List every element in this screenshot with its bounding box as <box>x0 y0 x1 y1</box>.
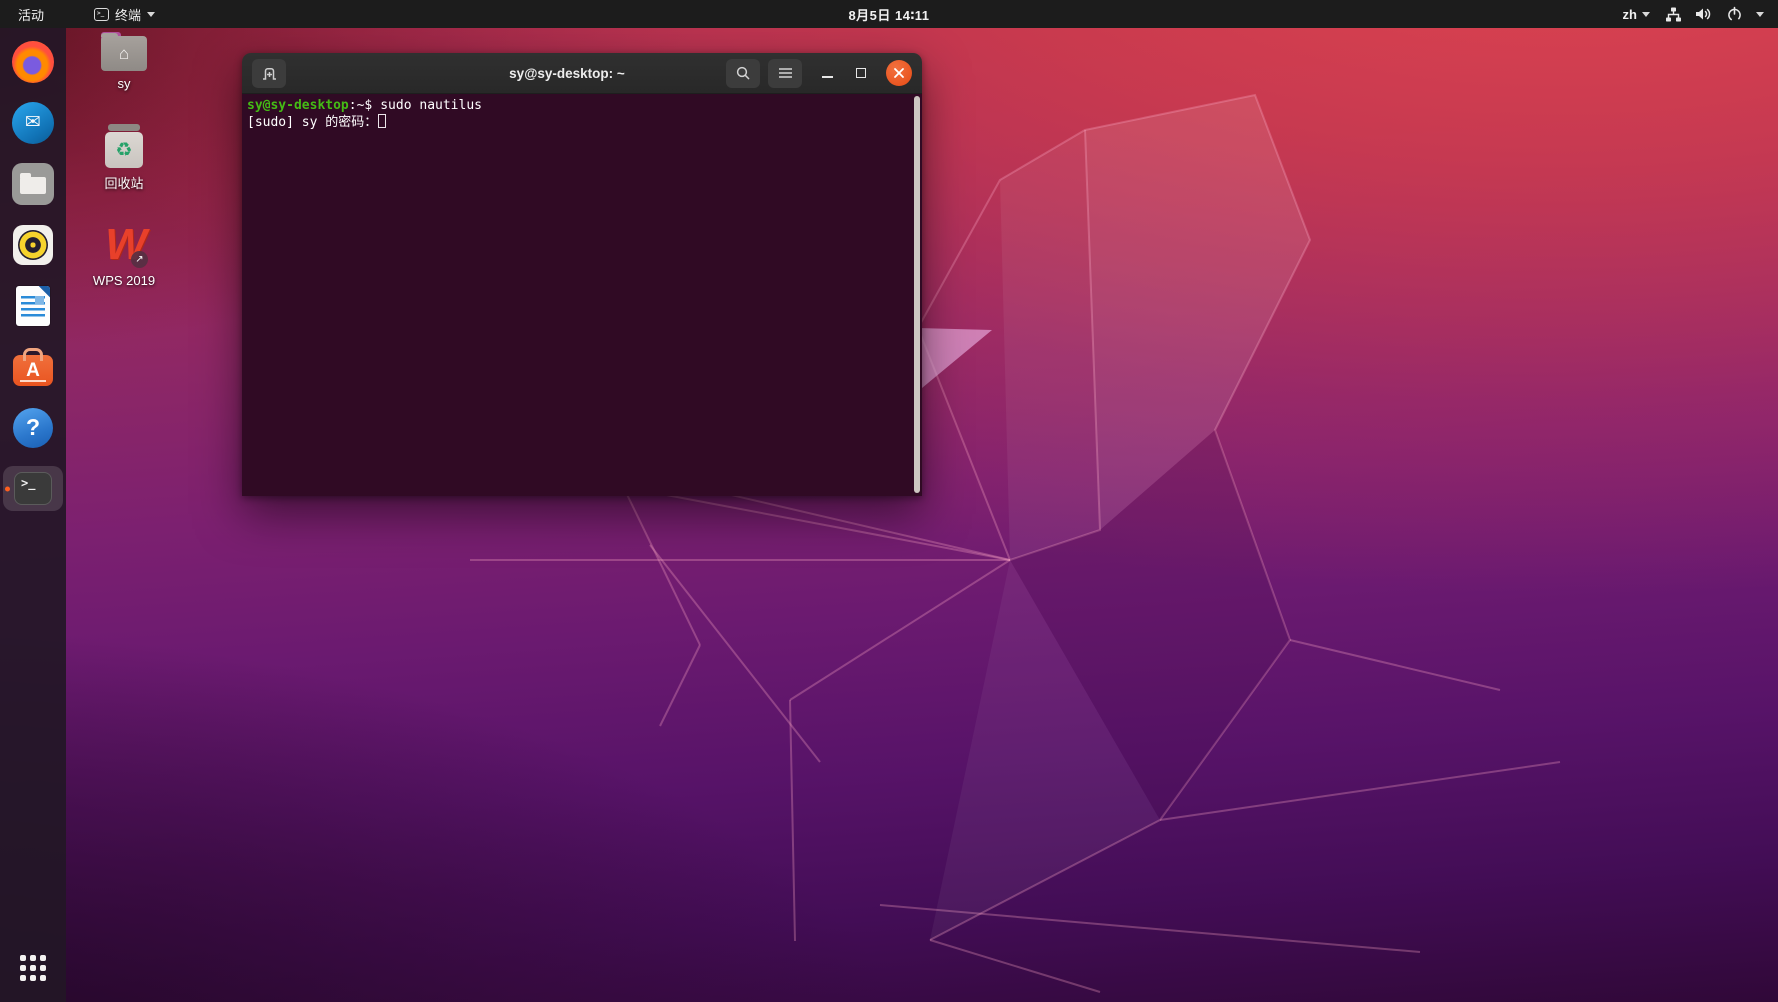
dock-item-terminal[interactable]: >_ <box>3 466 63 511</box>
language-label: zh <box>1623 7 1637 22</box>
dock: ✉ A ? >_ <box>0 28 66 1002</box>
maximize-button[interactable] <box>852 59 870 88</box>
dock-item-rhythmbox[interactable] <box>3 222 63 267</box>
activities-button[interactable]: 活动 <box>12 0 50 28</box>
terminal-window: sy@sy-desktop: ~ <box>242 53 922 496</box>
terminal-line-password: [sudo] sy 的密码： <box>247 114 908 131</box>
maximize-icon <box>856 68 866 78</box>
desktop-icon-trash[interactable]: ♻ 回收站 <box>78 124 170 192</box>
minimize-icon <box>822 76 833 78</box>
typed-command: sudo nautilus <box>380 98 482 113</box>
rhythmbox-icon <box>13 225 53 265</box>
thunderbird-icon: ✉ <box>12 102 54 144</box>
chevron-down-icon <box>1642 12 1650 17</box>
terminal-line-command: sy@sy-desktop:~$sudo nautilus <box>247 98 908 114</box>
hamburger-menu-icon <box>778 67 793 79</box>
menu-button[interactable] <box>768 59 802 88</box>
software-letter: A <box>26 360 40 382</box>
new-tab-icon <box>261 65 278 82</box>
help-icon: ? <box>13 408 53 448</box>
firefox-icon <box>12 41 54 83</box>
top-bar: 活动 >_ 终端 8月5日 14∶11 zh <box>0 0 1778 28</box>
close-icon <box>893 67 905 79</box>
dock-item-files[interactable] <box>3 161 63 206</box>
search-button[interactable] <box>726 59 760 88</box>
minimize-button[interactable] <box>818 59 836 88</box>
show-applications-icon <box>20 955 46 981</box>
language-indicator[interactable]: zh <box>1623 7 1650 22</box>
running-indicator-dot <box>5 486 10 491</box>
home-folder-icon: ⌂ <box>101 36 147 71</box>
help-glyph: ? <box>26 414 40 441</box>
terminal-icon: >_ <box>94 8 109 21</box>
password-prompt-text: [sudo] sy 的密码： <box>247 115 377 130</box>
app-menu-terminal[interactable]: >_ 终端 <box>88 0 161 28</box>
dock-item-thunderbird[interactable]: ✉ <box>3 100 63 145</box>
ubuntu-software-icon: A <box>13 355 53 386</box>
desktop-icon-label: sy <box>118 76 131 91</box>
activities-label: 活动 <box>18 5 44 24</box>
desktop-icon-label: 回收站 <box>104 173 143 192</box>
dock-item-libreoffice-writer[interactable] <box>3 283 63 328</box>
clock-label: 8月5日 14∶11 <box>848 5 929 24</box>
terminal-titlebar[interactable]: sy@sy-desktop: ~ <box>242 53 922 94</box>
terminal-cursor <box>378 114 386 128</box>
files-icon <box>12 163 54 205</box>
volume-icon <box>1695 6 1713 22</box>
trash-icon: ♻ <box>105 124 143 168</box>
chevron-down-icon <box>147 12 155 17</box>
prompt-dollar: $ <box>364 98 372 113</box>
close-button[interactable] <box>886 60 912 86</box>
chevron-down-icon <box>1756 12 1764 17</box>
system-status-area[interactable]: zh <box>1623 6 1778 23</box>
show-applications-button[interactable] <box>3 945 63 990</box>
libreoffice-writer-icon <box>16 286 50 326</box>
desktop-icon-home-folder[interactable]: ⌂ sy <box>78 32 170 91</box>
terminal-app-icon: >_ <box>14 472 52 505</box>
desktop-icon-wps[interactable]: W ↗ WPS 2019 <box>78 222 170 288</box>
app-menu-label: 终端 <box>115 5 141 24</box>
shortcut-arrow-badge: ↗ <box>131 251 148 268</box>
power-icon <box>1726 6 1743 23</box>
desktop-icon-label: WPS 2019 <box>93 273 155 288</box>
prompt-user-host: sy@sy-desktop <box>247 98 349 113</box>
wps-icon: W ↗ <box>94 222 154 268</box>
terminal-content[interactable]: sy@sy-desktop:~$sudo nautilus [sudo] sy … <box>242 94 922 496</box>
dock-item-firefox[interactable] <box>3 39 63 84</box>
clock-button[interactable]: 8月5日 14∶11 <box>848 0 929 28</box>
dock-item-ubuntu-software[interactable]: A <box>3 344 63 389</box>
wired-network-icon <box>1665 6 1682 23</box>
prompt-colon: : <box>349 98 357 113</box>
terminal-scrollbar[interactable] <box>914 96 920 493</box>
new-tab-button[interactable] <box>252 59 286 88</box>
window-title: sy@sy-desktop: ~ <box>509 53 625 94</box>
dock-item-help[interactable]: ? <box>3 405 63 450</box>
terminal-glyph: >_ <box>21 476 35 490</box>
search-icon <box>735 65 751 81</box>
